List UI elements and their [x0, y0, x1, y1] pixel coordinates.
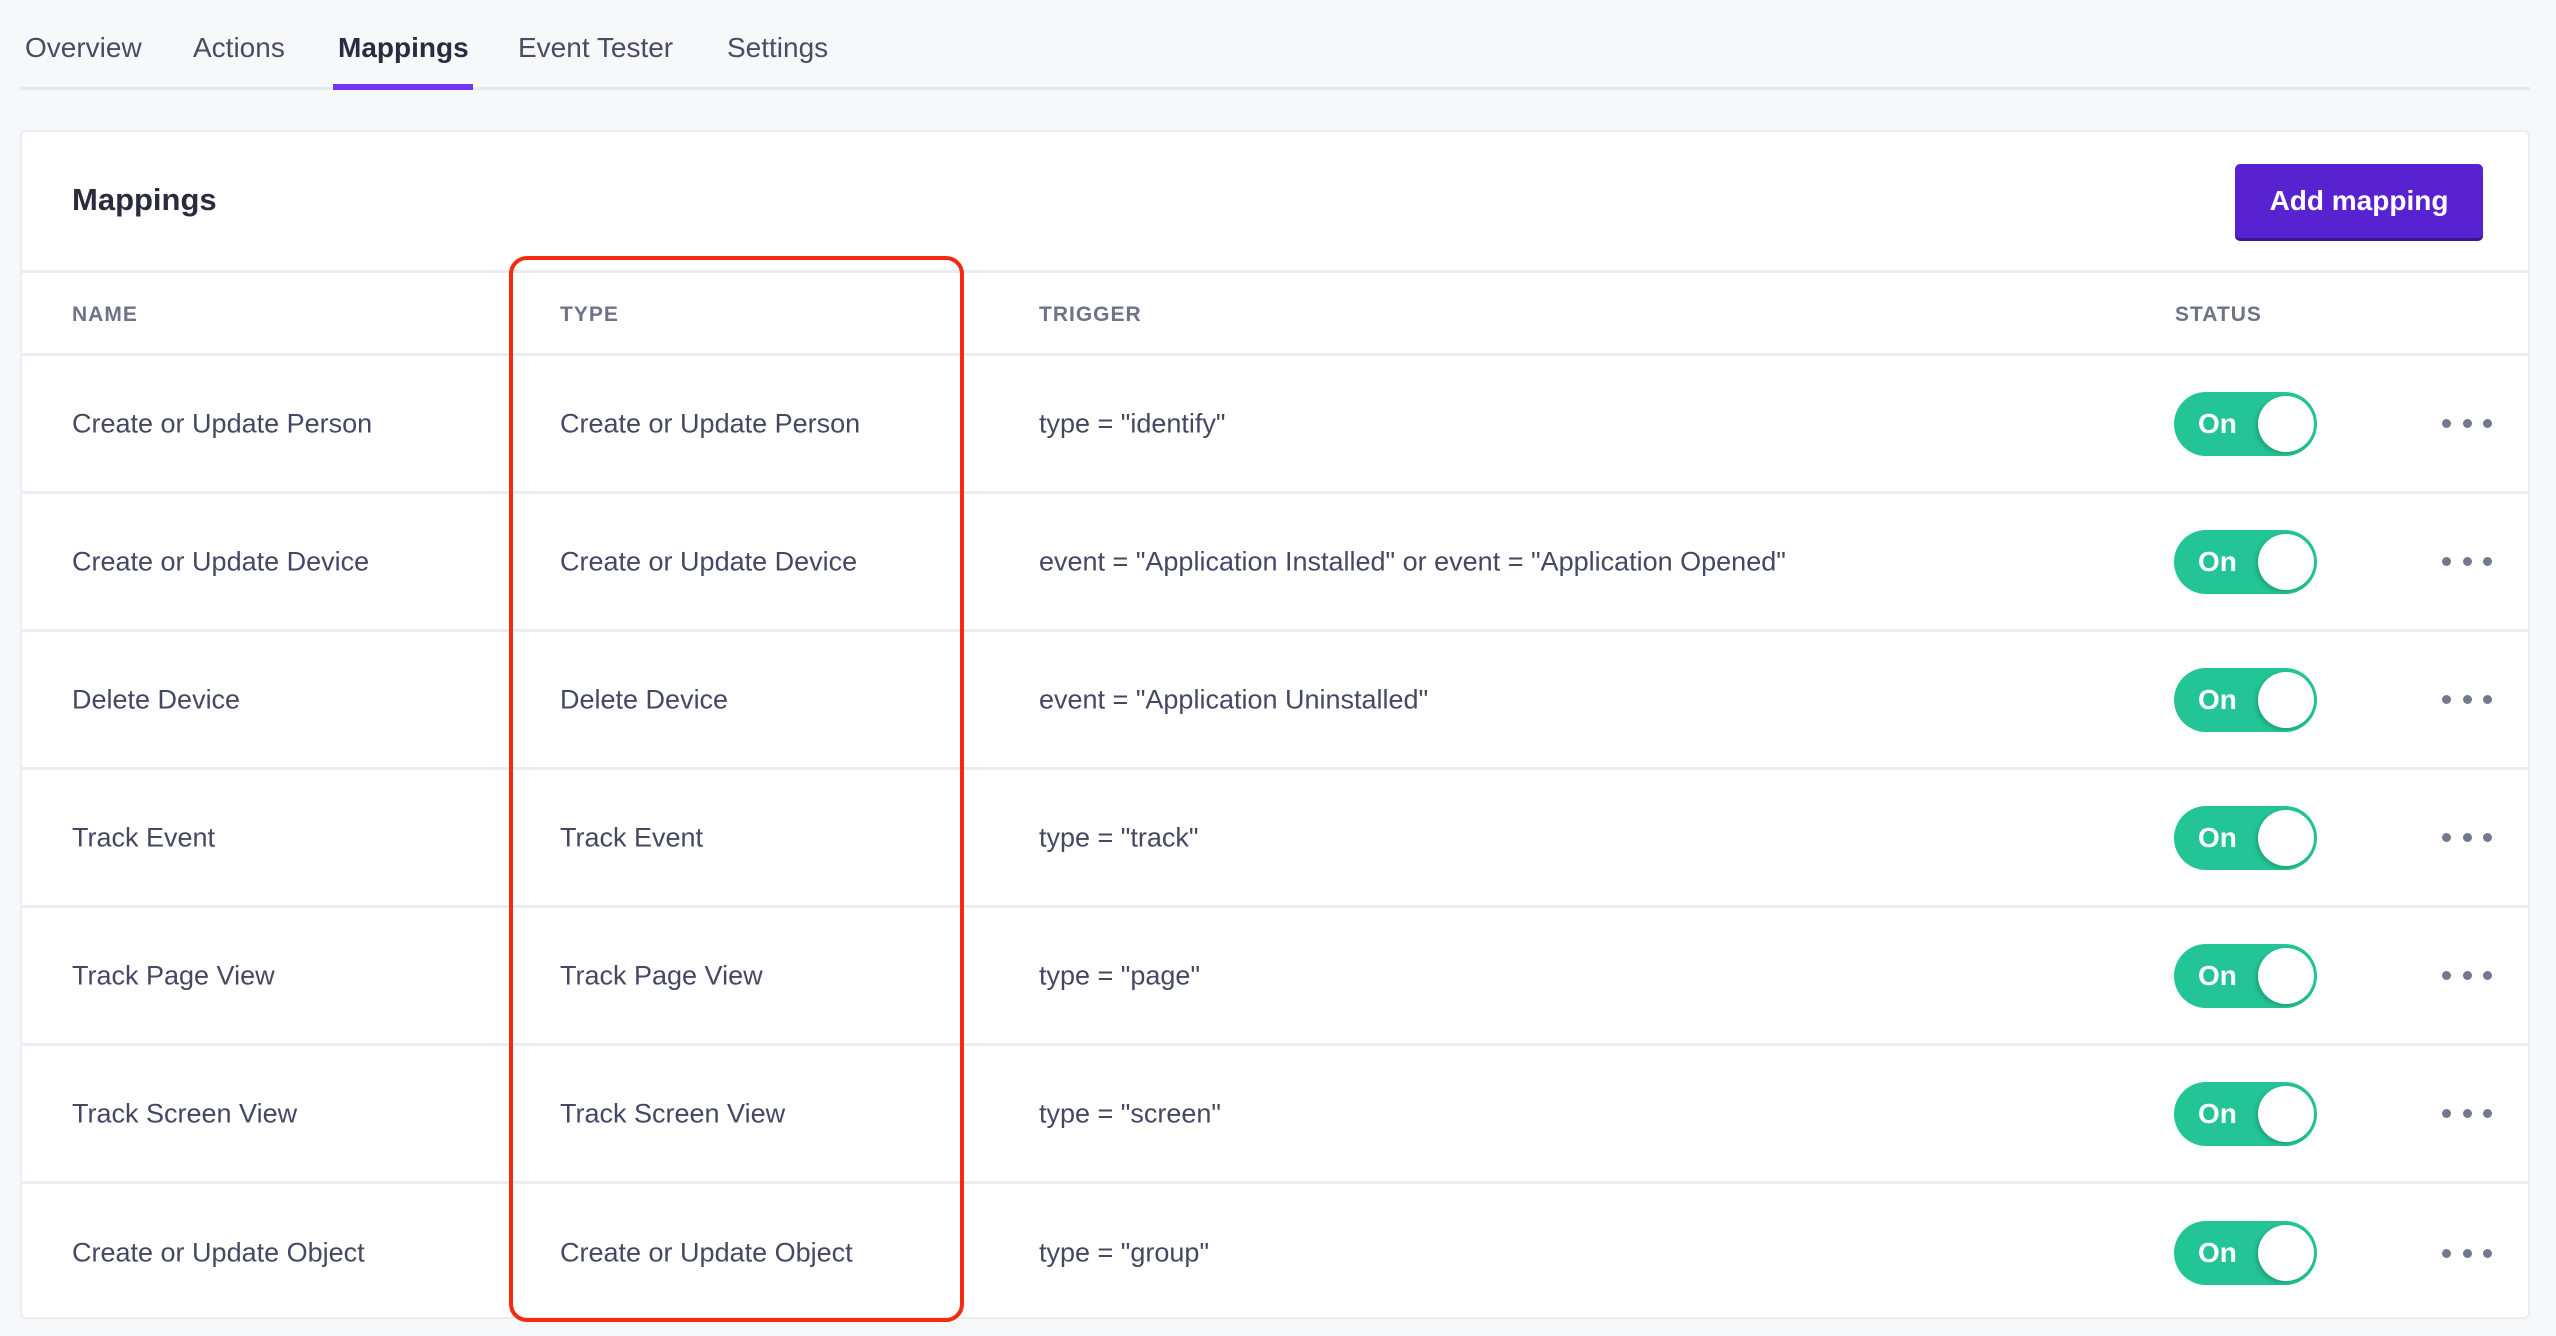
mapping-trigger: type = "group" — [1039, 1237, 1210, 1268]
dot — [2442, 1248, 2451, 1258]
mapping-name: Track Screen View — [72, 1098, 298, 1128]
status-toggle[interactable]: On — [2174, 805, 2317, 870]
table-row[interactable]: Track Event Track Event type = "track" O… — [22, 770, 2528, 908]
mapping-type: Create or Update Object — [560, 1237, 853, 1268]
status-toggle-label: On — [2198, 821, 2237, 853]
more-horizontal-icon[interactable] — [2442, 1241, 2492, 1265]
mapping-trigger: event = "Application Installed" or event… — [1039, 546, 1786, 576]
tab-settings[interactable]: Settings — [727, 32, 828, 64]
mapping-name: Track Event — [72, 822, 216, 852]
table-header: NAME TYPE TRIGGER STATUS — [22, 271, 2528, 356]
status-toggle-label: On — [2198, 407, 2237, 439]
dot — [2483, 833, 2492, 842]
table-row[interactable]: Track Screen View Track Screen View type… — [22, 1046, 2528, 1184]
dot — [2483, 557, 2492, 566]
mapping-trigger: type = "identify" — [1039, 408, 1226, 438]
status-toggle[interactable]: On — [2174, 667, 2317, 732]
mapping-type: Track Screen View — [560, 1098, 786, 1128]
status-toggle-label: On — [2198, 545, 2237, 577]
toggle-knob — [2258, 533, 2314, 590]
mapping-name: Track Page View — [72, 960, 275, 990]
dot — [2462, 833, 2472, 842]
more-horizontal-icon[interactable] — [2442, 964, 2492, 988]
dot — [2462, 419, 2472, 428]
dot — [2483, 419, 2492, 428]
dot — [2462, 557, 2472, 566]
dot — [2483, 695, 2492, 704]
dot — [2442, 557, 2451, 566]
status-toggle-label: On — [2198, 959, 2237, 991]
table-row[interactable]: Create or Update Device Create or Update… — [22, 494, 2528, 632]
column-header-name: NAME — [72, 303, 138, 326]
tab-actions[interactable]: Actions — [193, 32, 285, 64]
card-header: Mappings Add mapping — [22, 132, 2528, 273]
mapping-type: Track Event — [560, 822, 704, 852]
tab-event-tester[interactable]: Event Tester — [518, 32, 673, 64]
status-toggle[interactable]: On — [2174, 943, 2317, 1008]
dot — [2462, 971, 2472, 980]
status-toggle-label: On — [2198, 1237, 2237, 1268]
dot — [2442, 833, 2451, 842]
column-header-trigger: TRIGGER — [1039, 303, 1142, 326]
tab-mappings[interactable]: Mappings — [338, 32, 469, 64]
dot — [2483, 1109, 2492, 1118]
mapping-name: Create or Update Device — [72, 546, 370, 576]
status-toggle[interactable]: On — [2174, 1221, 2317, 1285]
dot — [2442, 695, 2451, 704]
dot — [2483, 971, 2492, 980]
more-horizontal-icon[interactable] — [2442, 826, 2492, 850]
more-horizontal-icon[interactable] — [2442, 412, 2492, 436]
add-mapping-button[interactable]: Add mapping — [2235, 164, 2483, 238]
mapping-type: Create or Update Device — [560, 546, 858, 576]
status-toggle[interactable]: On — [2174, 391, 2317, 456]
mapping-type: Delete Device — [560, 684, 729, 714]
toggle-knob — [2258, 809, 2314, 866]
mapping-name: Create or Update Object — [72, 1237, 365, 1268]
tab-overview[interactable]: Overview — [25, 32, 142, 64]
more-horizontal-icon[interactable] — [2442, 1102, 2492, 1126]
table-row[interactable]: Create or Update Object Create or Update… — [22, 1184, 2528, 1322]
dot — [2462, 695, 2472, 704]
toggle-knob — [2258, 395, 2314, 452]
toggle-knob — [2258, 1085, 2314, 1142]
status-toggle-label: On — [2198, 1097, 2237, 1129]
tab-bar: Overview Actions Mappings Event Tester S… — [20, 0, 2530, 90]
dot — [2462, 1248, 2472, 1258]
status-toggle-label: On — [2198, 683, 2237, 715]
mappings-card: Mappings Add mapping NAME TYPE TRIGGER S… — [20, 130, 2530, 1319]
toggle-knob — [2258, 1225, 2314, 1281]
mapping-type: Track Page View — [560, 960, 763, 990]
dot — [2442, 419, 2451, 428]
active-tab-indicator — [333, 84, 473, 90]
table-row[interactable]: Track Page View Track Page View type = "… — [22, 908, 2528, 1046]
toggle-knob — [2258, 671, 2314, 728]
status-toggle[interactable]: On — [2174, 1081, 2317, 1146]
column-header-status: STATUS — [2175, 303, 2262, 326]
mapping-name: Delete Device — [72, 684, 241, 714]
mapping-type: Create or Update Person — [560, 408, 861, 438]
dot — [2483, 1248, 2492, 1258]
toggle-knob — [2258, 947, 2314, 1004]
dot — [2442, 971, 2451, 980]
card-title: Mappings — [72, 182, 217, 217]
mapping-name: Create or Update Person — [72, 408, 373, 438]
status-toggle[interactable]: On — [2174, 529, 2317, 594]
mapping-trigger: event = "Application Uninstalled" — [1039, 684, 1429, 714]
more-horizontal-icon[interactable] — [2442, 550, 2492, 574]
table-row[interactable]: Create or Update Person Create or Update… — [22, 356, 2528, 494]
mapping-trigger: type = "page" — [1039, 960, 1201, 990]
table-row[interactable]: Delete Device Delete Device event = "App… — [22, 632, 2528, 770]
dot — [2462, 1109, 2472, 1118]
more-horizontal-icon[interactable] — [2442, 688, 2492, 712]
column-header-type: TYPE — [560, 303, 619, 326]
dot — [2442, 1109, 2451, 1118]
mapping-trigger: type = "track" — [1039, 822, 1199, 852]
mapping-trigger: type = "screen" — [1039, 1098, 1222, 1128]
